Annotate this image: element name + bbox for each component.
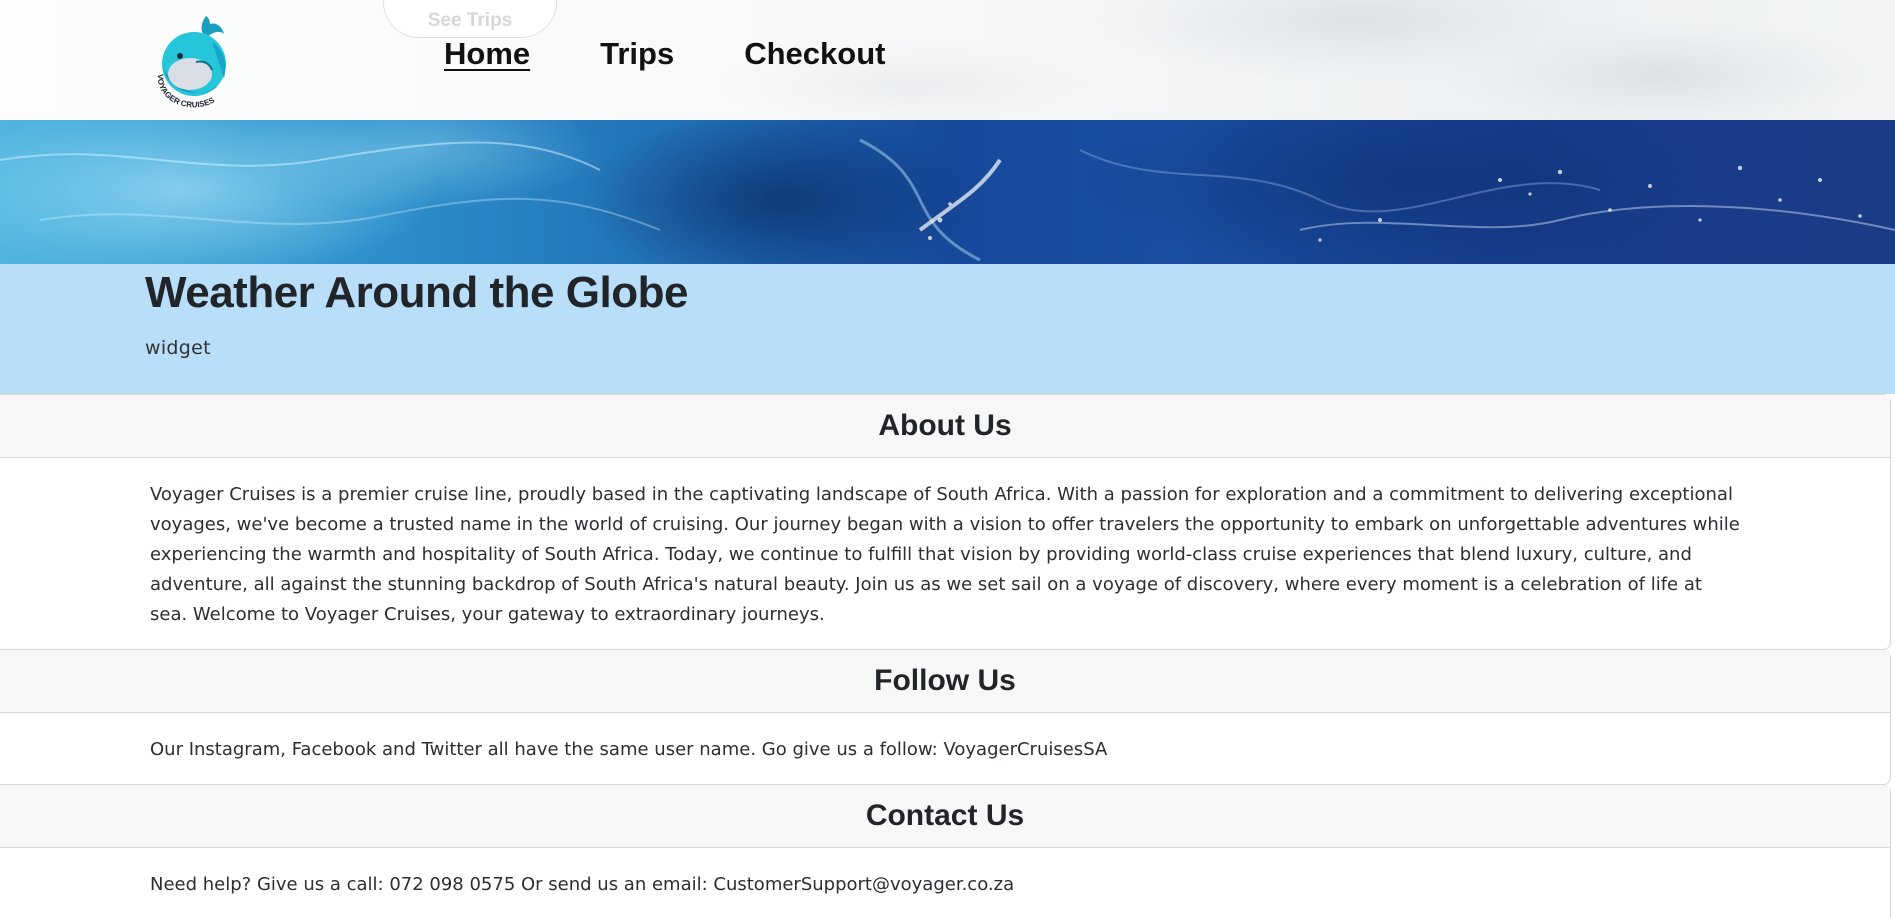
main-nav: Home Trips Checkout [444,32,955,76]
about-us-text: Voyager Cruises is a premier cruise line… [150,484,1740,625]
weather-title: Weather Around the Globe [145,268,688,317]
follow-us-heading: Follow Us [0,650,1890,713]
site-header: See Trips VOYAGER CRUISES Home Trips Che… [0,0,1895,120]
about-us-heading: About Us [0,395,1890,458]
ocean-banner-image [0,120,1895,264]
follow-us-card: Follow Us Our Instagram, Facebook and Tw… [0,649,1891,785]
nav-home-link[interactable]: Home [444,32,530,76]
follow-us-text: Our Instagram, Facebook and Twitter all … [150,739,1108,760]
contact-us-card: Contact Us Need help? Give us a call: 07… [0,784,1891,918]
weather-section: Weather Around the Globe widget [0,264,1895,394]
nav-trips-link[interactable]: Trips [600,32,674,76]
weather-widget-placeholder: widget [145,337,211,359]
page: See Trips VOYAGER CRUISES Home Trips Che… [0,0,1895,918]
contact-us-text: Need help? Give us a call: 072 098 0575 … [150,874,1015,895]
contact-us-heading: Contact Us [0,785,1890,848]
ocean-waves-graphic [0,120,1895,264]
nav-checkout-link[interactable]: Checkout [744,32,885,76]
header-foam-texture [1450,20,1870,120]
about-us-card: About Us Voyager Cruises is a premier cr… [0,394,1891,650]
voyager-cruises-logo[interactable]: VOYAGER CRUISES [150,12,236,108]
